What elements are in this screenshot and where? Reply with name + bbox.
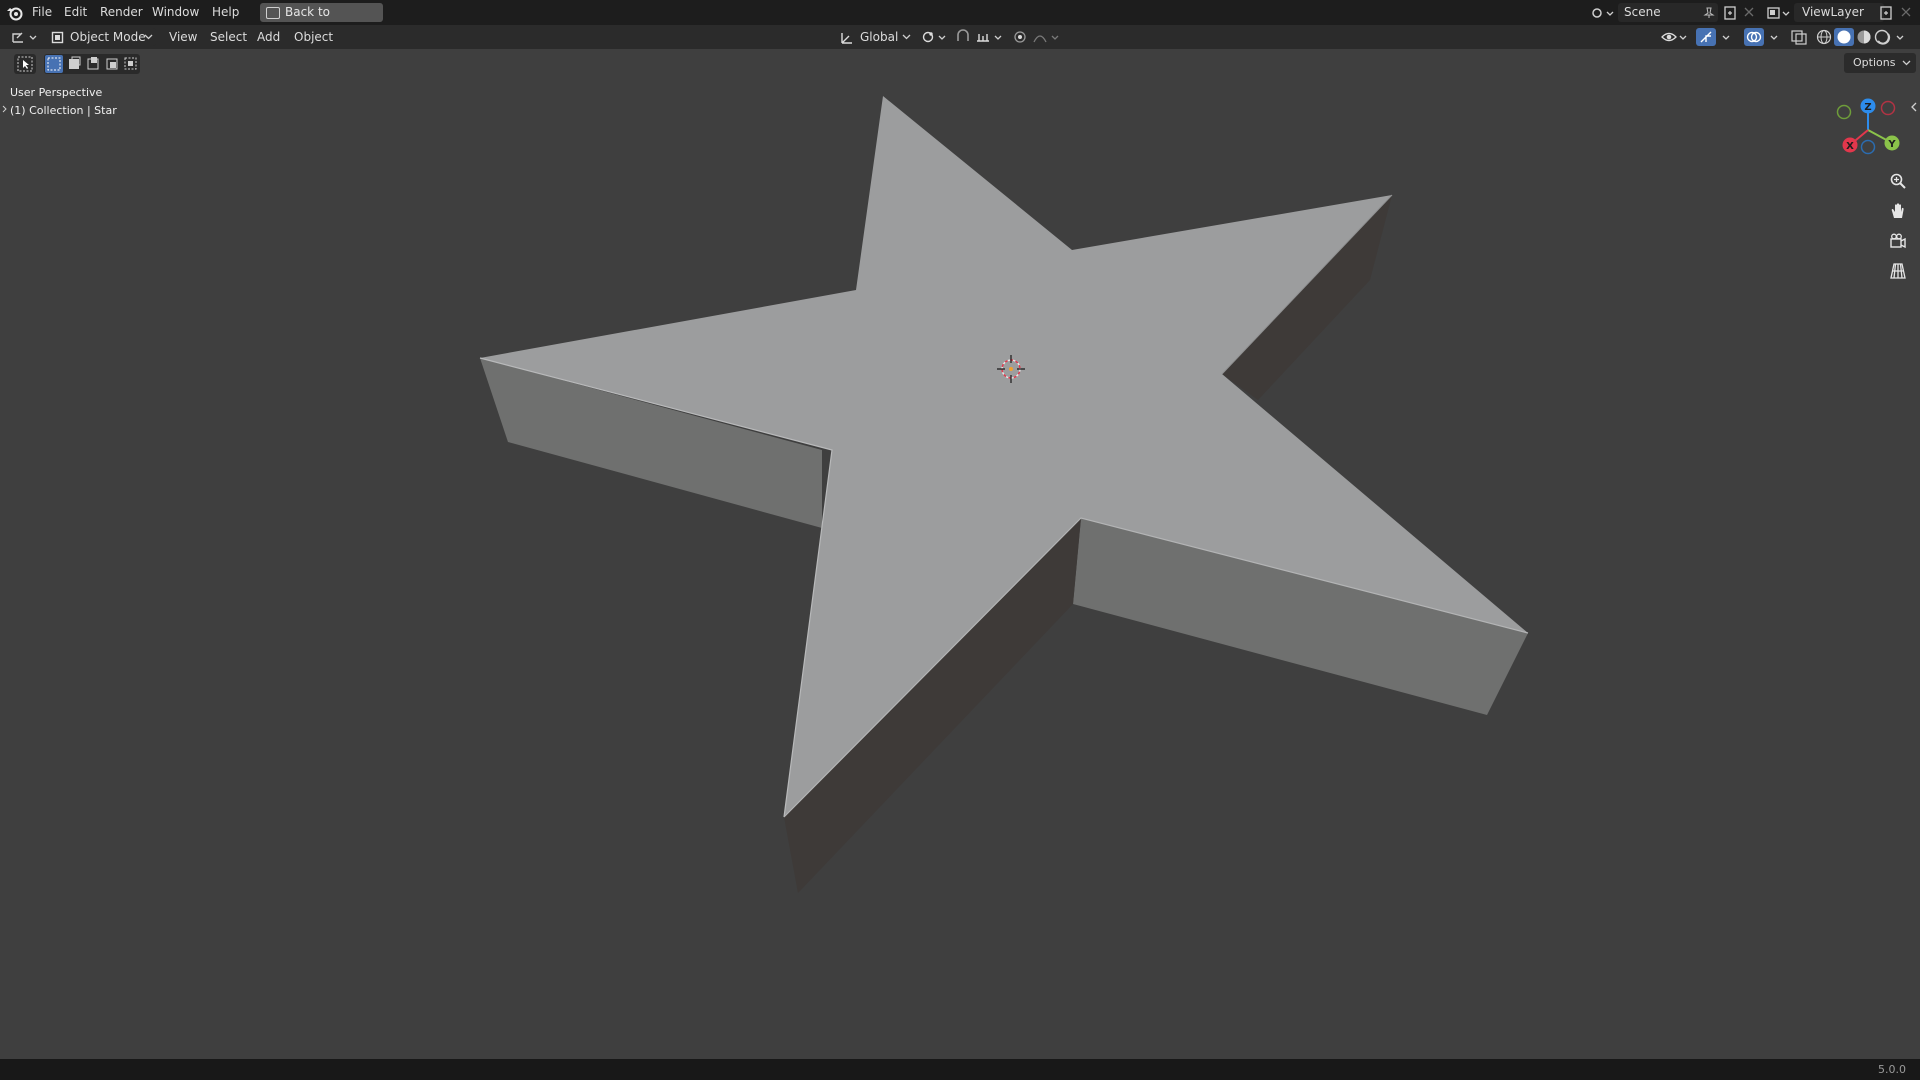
gizmo-neg-x-icon [1880,100,1896,116]
camera-icon [1890,233,1906,249]
camera-view-button[interactable] [1884,228,1912,254]
zoom-icon [1890,173,1906,189]
viewport-3d-scene[interactable] [0,0,1920,1080]
zoom-button[interactable] [1884,168,1912,194]
grid-icon [1890,263,1906,279]
status-bar: 5.0.0 [0,1059,1920,1080]
perspective-toggle-button[interactable] [1884,258,1912,284]
pan-button[interactable] [1884,198,1912,224]
gizmo-y-label: Y [1887,139,1896,150]
navigation-gizmo[interactable]: Z Y X [1830,92,1916,162]
version-label: 5.0.0 [1878,1063,1906,1076]
gizmo-z-label: Z [1864,102,1871,113]
pan-hand-icon [1891,203,1904,218]
gizmo-neg-z-icon [1860,139,1876,155]
sidebar-toggle-icon[interactable] [1910,101,1918,113]
gizmo-neg-y-icon [1836,104,1852,120]
gizmo-x-label: X [1846,141,1854,152]
